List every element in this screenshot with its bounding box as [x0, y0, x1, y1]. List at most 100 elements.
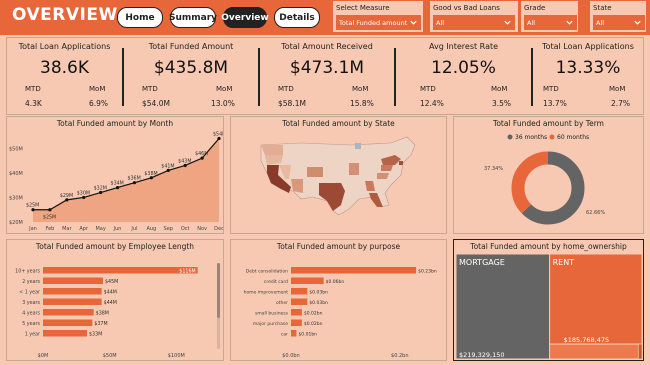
purpose-bar-card[interactable]: Total Funded amount by purpose Debt cons… [230, 239, 447, 361]
data-label: $0.02bn [304, 311, 323, 317]
state-dropdown[interactable]: All [593, 15, 645, 30]
kpi-title: Total Amount Received [281, 42, 373, 51]
tile-category-label: RENT [553, 258, 575, 267]
kpi-card-amount-received[interactable]: Total Amount Received $473.1M MTD MoM $5… [260, 38, 394, 116]
kpi-mom-value: 3.5% [492, 99, 512, 108]
y-tick-label: $30M [9, 195, 23, 201]
state-virginia[interactable] [377, 173, 389, 179]
treemap-tile[interactable] [549, 343, 639, 359]
x-tick-label: Mar [62, 226, 72, 232]
category-label: 4 years [22, 311, 40, 317]
bar[interactable] [291, 298, 308, 306]
category-label: 10+ years [15, 269, 40, 275]
nav-home-button[interactable]: Home [117, 7, 163, 28]
data-label: $38M [96, 311, 109, 317]
data-label: $36M [127, 176, 140, 182]
data-label: $0.02bn [304, 321, 323, 327]
kpi-title: Total Loan Applications [18, 42, 111, 51]
y-tick-label: $40M [9, 171, 23, 177]
bar[interactable] [43, 288, 102, 295]
legend-marker [507, 134, 513, 140]
kpi-value: 38.6K [40, 58, 89, 78]
data-label: $45M [105, 279, 118, 285]
kpi-card-dti[interactable]: Total Loan Applications 13.33% MTD MoM 1… [533, 38, 643, 116]
home-ownership-treemap-card[interactable]: Total Funded amount by home_ownership MO… [453, 239, 644, 361]
good-vs-bad-dropdown[interactable]: All [433, 15, 515, 30]
state-no-data[interactable] [355, 143, 361, 149]
grade-dropdown[interactable]: All [524, 15, 577, 30]
kpi-card-avg-interest[interactable]: Avg Interest Rate 12.05% MTD MoM 12.4% 3… [396, 38, 531, 116]
bar[interactable] [291, 288, 308, 295]
kpi-value: $473.1M [289, 58, 365, 78]
term-donut-chart: 36 months 60 months 37.34% 62.66% [484, 134, 605, 225]
nav-summary-button[interactable]: Summary [169, 7, 217, 28]
state-pennsylvania[interactable] [381, 165, 393, 171]
kpi-mom-label: MoM [89, 85, 106, 93]
treemap-tile[interactable] [549, 254, 642, 345]
nav-details-button[interactable]: Details [274, 7, 320, 28]
bar[interactable] [43, 277, 103, 285]
data-point[interactable] [48, 208, 52, 212]
chevron-down-icon [566, 20, 573, 25]
nav-overview-button[interactable]: Overview [221, 7, 269, 28]
x-tick-label: Jan [28, 226, 37, 232]
month-area-chart-card[interactable]: Total Funded amount by Month $20M $30M $40… [6, 116, 224, 234]
bar[interactable] [43, 309, 94, 316]
bar[interactable] [43, 319, 93, 327]
employee-length-bar-chart: 10+ years $116M 2 years $45M < 1 year $44M 3 y… [15, 263, 220, 359]
x-tick-label: Oct [181, 226, 190, 232]
bar[interactable] [291, 309, 302, 316]
data-label: $0.06bn [326, 279, 345, 285]
state-colorado[interactable] [307, 167, 323, 177]
kpi-mtd-value: $54.0M [142, 99, 170, 108]
slicer-value: All [596, 18, 605, 27]
kpi-mtd-value: 4.3K [25, 99, 42, 108]
x-tick-label: $50M [103, 353, 117, 359]
data-label: $0.23bn [418, 269, 437, 275]
bar[interactable] [43, 267, 198, 274]
kpi-mom-label: MoM [216, 85, 233, 93]
bar[interactable] [291, 277, 324, 285]
data-label: $34M [111, 181, 124, 187]
bar[interactable] [291, 267, 417, 274]
bar[interactable] [291, 319, 302, 327]
state-map-card[interactable]: Total Funded amount by State [230, 116, 447, 234]
slicer-grade: Grade All [521, 1, 578, 32]
data-label: $44M [104, 290, 117, 296]
term-donut-card[interactable]: Total Funded amount by Term 36 months 60 … [453, 116, 644, 234]
tile-value-label: $219,329,150 [459, 351, 505, 359]
legend-label[interactable]: 36 months [515, 134, 547, 141]
x-tick-label: May [95, 226, 105, 232]
kpi-value: 12.05% [431, 58, 496, 78]
legend-label[interactable]: 60 months [557, 134, 589, 141]
kpi-mom-value: 13.0% [211, 99, 235, 108]
scrollbar-thumb[interactable] [217, 263, 220, 318]
data-label: $41M [161, 163, 174, 169]
slicer-state: State All [590, 1, 646, 32]
dashboard: OVERVIEW Home Summary Overview Details S… [0, 0, 650, 365]
treemap-tile[interactable] [638, 343, 642, 359]
kpi-mom-value: 2.7% [611, 99, 631, 108]
treemap-tile[interactable] [456, 254, 551, 359]
category-label: other [276, 300, 288, 306]
select-measure-dropdown[interactable]: Total Funded amount [336, 15, 421, 30]
chart-title: Total Funded amount by Employee Length [35, 242, 195, 251]
slice-label: 37.34% [484, 166, 503, 172]
chevron-down-icon [634, 20, 641, 25]
bar[interactable] [43, 330, 87, 337]
bar[interactable] [291, 330, 297, 337]
kpi-mtd-label: MTD [142, 85, 158, 93]
data-label: $0.03bn [309, 290, 328, 296]
kpi-mom-value: 6.9% [89, 99, 109, 108]
category-label: 2 years [22, 279, 40, 285]
state-illinois[interactable] [349, 163, 359, 175]
bar[interactable] [43, 298, 102, 306]
chart-title: Total Funded amount by purpose [276, 242, 401, 251]
employee-length-bar-card[interactable]: Total Funded amount by Employee Length 1… [6, 239, 224, 361]
data-label: $30M [77, 190, 90, 196]
kpi-card-funded-amount[interactable]: Total Funded Amount $435.8M MTD MoM $54.… [124, 38, 258, 116]
slice-label: 62.66% [586, 210, 605, 216]
us-state-map [260, 136, 416, 216]
state-new-jersey[interactable] [399, 161, 403, 165]
kpi-card-total-applications[interactable]: Total Loan Applications 38.6K MTD MoM 4.… [7, 38, 122, 116]
